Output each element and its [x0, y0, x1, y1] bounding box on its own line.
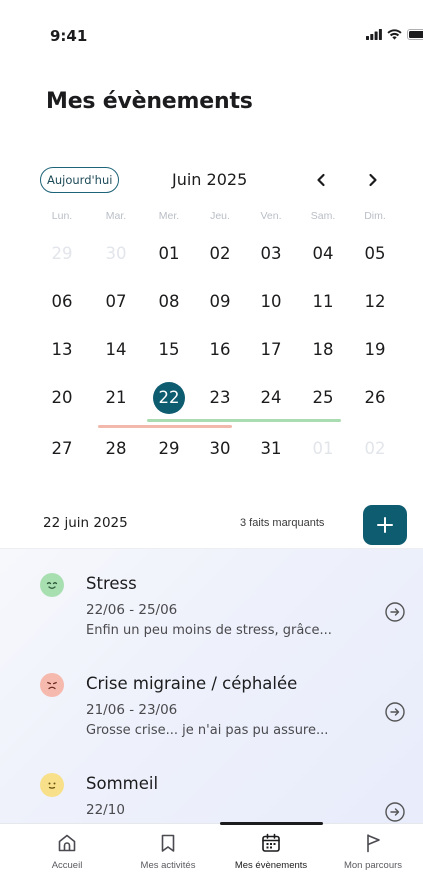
calendar-day[interactable]: 09 [200, 282, 240, 322]
calendar-day[interactable]: 12 [355, 282, 395, 322]
calendar-day[interactable]: 10 [251, 282, 291, 322]
calendar-day[interactable]: 05 [355, 234, 395, 274]
calendar-day[interactable]: 25 [303, 378, 343, 418]
calendar-day[interactable]: 01 [149, 234, 189, 274]
calendar-day[interactable]: 26 [355, 378, 395, 418]
calendar-day[interactable]: 30 [96, 234, 136, 274]
calendar-day[interactable]: 06 [42, 282, 82, 322]
calendar-day[interactable]: 30 [200, 429, 240, 469]
calendar-day[interactable]: 11 [303, 282, 343, 322]
calendar-day[interactable]: 08 [149, 282, 189, 322]
calendar-day-selected[interactable]: 22 [149, 378, 189, 418]
calendar-day[interactable]: 29 [42, 234, 82, 274]
calendar-day[interactable]: 28 [96, 429, 136, 469]
calendar-day[interactable]: 03 [251, 234, 291, 274]
calendar-day[interactable]: 29 [149, 429, 189, 469]
calendar-day[interactable]: 27 [42, 429, 82, 469]
calendar-day[interactable]: 07 [96, 282, 136, 322]
calendar-day[interactable]: 15 [149, 330, 189, 370]
calendar-day[interactable]: 14 [96, 330, 136, 370]
calendar-day[interactable]: 02 [200, 234, 240, 274]
calendar-grid: 29 30 01 02 03 04 05 06 07 08 09 10 11 1… [0, 0, 423, 887]
calendar-day[interactable]: 21 [96, 378, 136, 418]
calendar-day[interactable]: 19 [355, 330, 395, 370]
calendar-day[interactable]: 24 [251, 378, 291, 418]
calendar-day[interactable]: 02 [355, 429, 395, 469]
calendar-day[interactable]: 01 [303, 429, 343, 469]
calendar-day[interactable]: 31 [251, 429, 291, 469]
calendar-day[interactable]: 04 [303, 234, 343, 274]
calendar-day[interactable]: 16 [200, 330, 240, 370]
calendar-day[interactable]: 13 [42, 330, 82, 370]
calendar-day[interactable]: 20 [42, 378, 82, 418]
calendar-day[interactable]: 23 [200, 378, 240, 418]
calendar-day[interactable]: 18 [303, 330, 343, 370]
calendar-day[interactable]: 17 [251, 330, 291, 370]
